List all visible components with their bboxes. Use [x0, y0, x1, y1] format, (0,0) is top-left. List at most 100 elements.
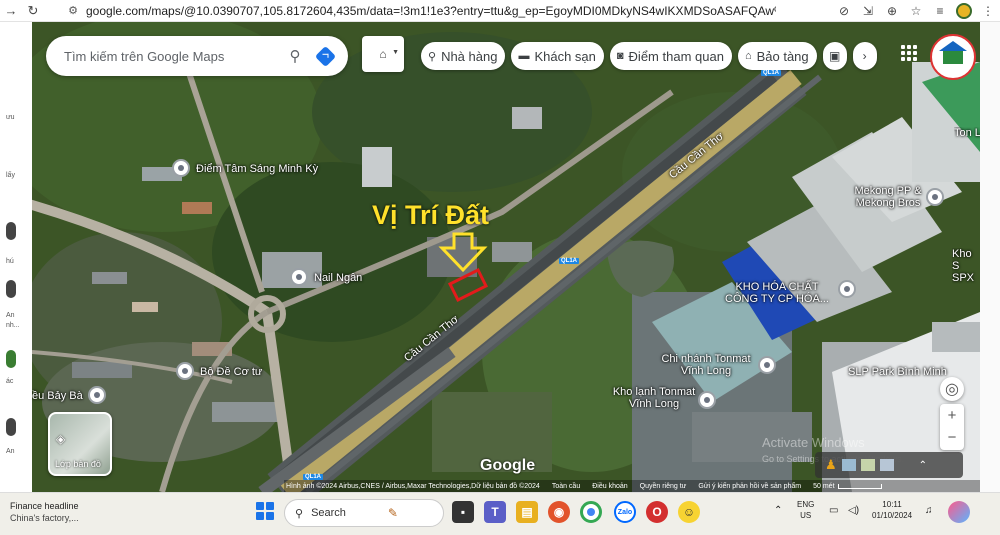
place-label[interactable]: ều Bảy Bà [32, 390, 83, 402]
chip-transit[interactable]: ▣ [822, 42, 847, 70]
place-label[interactable]: Bộ Đề Cơ tư [200, 366, 262, 378]
scale-bar[interactable]: 50 mét [813, 483, 882, 490]
news-widget[interactable]: Finance headline China's factory,... [10, 500, 79, 524]
place-pin[interactable] [758, 356, 776, 374]
language-indicator[interactable]: ENG US [797, 499, 814, 521]
place-pin[interactable] [838, 280, 856, 298]
copilot-icon[interactable] [948, 501, 970, 523]
my-location-button[interactable]: ◎ [940, 377, 964, 401]
zoom-icon[interactable]: ⊕ [880, 0, 904, 22]
bed-icon: ▬ [518, 50, 530, 62]
chevron-right-icon: › [862, 49, 867, 63]
place-label[interactable]: Chi nhánh Tonmat Vĩnh Long [656, 353, 756, 377]
emoji-app-icon[interactable]: ☺ [678, 501, 700, 523]
google-apps-icon[interactable] [898, 42, 918, 62]
activate-windows-title: Activate Windows [762, 435, 865, 450]
directions-icon[interactable] [310, 41, 340, 71]
strip-label: ưu [6, 114, 15, 121]
address-bar: → ↻ ⚙ google.com/maps/@10.0390707,105.81… [0, 0, 1000, 22]
account-avatar[interactable] [930, 34, 976, 80]
imagery-strip: ♟ ⌃ [815, 452, 963, 478]
place-pin[interactable] [176, 362, 194, 380]
place-label[interactable]: Ton Lo [954, 127, 980, 139]
taskbar: Finance headline China's factory,... ⚲ S… [0, 492, 1000, 535]
strip-label: ác [6, 378, 14, 385]
house-logo-icon [939, 41, 967, 64]
search-input[interactable]: Tìm kiếm trên Google Maps [64, 49, 280, 64]
windows-start-icon[interactable] [256, 502, 274, 520]
link-global[interactable]: Toàn cầu [552, 483, 580, 490]
notification-bell-icon[interactable]: ♫ [925, 505, 933, 516]
bookmark-star-icon[interactable]: ☆ [904, 0, 928, 22]
install-app-icon[interactable]: ⇲ [856, 0, 880, 22]
clock[interactable]: 10:11 01/10/2024 [872, 499, 912, 521]
teams-icon[interactable]: T [484, 501, 506, 523]
satellite-map[interactable]: Tìm kiếm trên Google Maps ⚲ ⌂ ▼ ⚲ Nhà hàn… [32, 22, 980, 492]
profile-avatar[interactable] [952, 0, 976, 22]
forward-icon[interactable]: → [0, 1, 22, 21]
chips-next-button[interactable]: › [852, 42, 877, 70]
imagery-thumbnail[interactable] [879, 459, 894, 471]
strip-thumbnail [6, 280, 16, 298]
zoom-in-button[interactable]: + [948, 405, 957, 427]
place-label[interactable]: Kho lạnh Tonmat Vĩnh Long [604, 386, 704, 410]
chip-attractions[interactable]: ◙ Điểm tham quan [609, 42, 732, 70]
search-icon[interactable]: ⚲ [280, 41, 310, 71]
chip-hotels[interactable]: ▬ Khách sạn [511, 42, 604, 70]
search-highlight-icon: ✎ [387, 506, 398, 520]
chip-restaurants[interactable]: ⚲ Nhà hàng [421, 42, 506, 70]
site-settings-icon[interactable]: ⚙ [64, 2, 82, 20]
link-privacy[interactable]: Quyền riêng tư [640, 483, 687, 490]
map-type-button[interactable]: ⌂ ▼ [362, 36, 404, 72]
link-feedback[interactable]: Gửi ý kiến phản hồi về sản phẩm [698, 483, 801, 490]
search-icon: ⚲ [295, 507, 304, 520]
link-terms[interactable]: Điều khoản [592, 483, 627, 490]
place-pin[interactable] [172, 159, 190, 177]
tab-search-icon[interactable]: ≡ [928, 0, 952, 22]
zoom-out-button[interactable]: − [948, 427, 957, 449]
opera-icon[interactable]: O [646, 501, 668, 523]
restaurant-icon: ⚲ [428, 50, 437, 63]
zalo-icon[interactable]: Zalo [614, 501, 636, 523]
place-label[interactable]: SLP Park Bình Minh [848, 366, 947, 378]
reload-icon[interactable]: ↻ [22, 1, 44, 21]
layers-button[interactable]: ◈ Lớp bản đồ [48, 412, 112, 476]
url-text[interactable]: google.com/maps/@10.0390707,105.8172604,… [86, 4, 776, 18]
chrome-icon[interactable] [580, 501, 602, 523]
place-label[interactable]: Kho S SPX [952, 248, 980, 284]
imagery-thumbnail[interactable] [860, 459, 875, 471]
place-label[interactable]: Điểm Tâm Sáng Minh Kỳ [196, 163, 318, 175]
my-location-icon: ◎ [945, 381, 959, 398]
browser-menu-icon[interactable]: ⋮ [976, 0, 1000, 22]
screen: → ↻ ⚙ google.com/maps/@10.0390707,105.81… [0, 0, 1000, 535]
network-icon[interactable]: ▭ [829, 505, 838, 516]
strip-thumbnail [6, 418, 16, 436]
highway-shield: QL1A [761, 70, 782, 76]
pegman-icon[interactable]: ♟ [825, 457, 837, 473]
caret-down-icon: ▼ [392, 49, 399, 56]
firefox-icon[interactable]: ◉ [548, 501, 570, 523]
expand-icon[interactable]: ⌃ [919, 460, 927, 471]
place-label[interactable]: Mekong PP & Mekong Bros [848, 185, 928, 209]
tray-overflow-icon[interactable]: ⌃ [774, 505, 782, 516]
place-label[interactable]: KHO HÓA CHẤT CÔNG TY CP HÓA... [722, 281, 832, 305]
strip-label: An [6, 448, 15, 455]
chip-museums[interactable]: ⌂ Bảo tàng [737, 42, 817, 70]
background-window-strip: ưu lấy hú An nh... ác An [0, 22, 32, 492]
strip-thumbnail [6, 350, 16, 368]
place-pin[interactable] [926, 188, 944, 206]
volume-icon[interactable]: ◁) [848, 505, 859, 516]
taskbar-search[interactable]: ⚲ Search ✎ [284, 499, 444, 527]
right-window-strip [980, 22, 1000, 492]
file-explorer-icon[interactable]: ▤ [516, 501, 538, 523]
place-pin[interactable] [290, 268, 308, 286]
place-pin[interactable] [698, 391, 716, 409]
google-logo: Google [480, 457, 536, 474]
location-off-icon[interactable]: ⊘ [832, 0, 856, 22]
place-pin[interactable] [88, 386, 106, 404]
place-label[interactable]: Nail Ngân [314, 272, 362, 284]
category-chips: ⚲ Nhà hàng ▬ Khách sạn ◙ Điểm tham quan ⌂ Bả… [421, 42, 877, 70]
task-view-icon[interactable]: ▪ [452, 501, 474, 523]
imagery-thumbnail[interactable] [841, 459, 856, 471]
search-box[interactable]: Tìm kiếm trên Google Maps ⚲ [46, 36, 348, 76]
